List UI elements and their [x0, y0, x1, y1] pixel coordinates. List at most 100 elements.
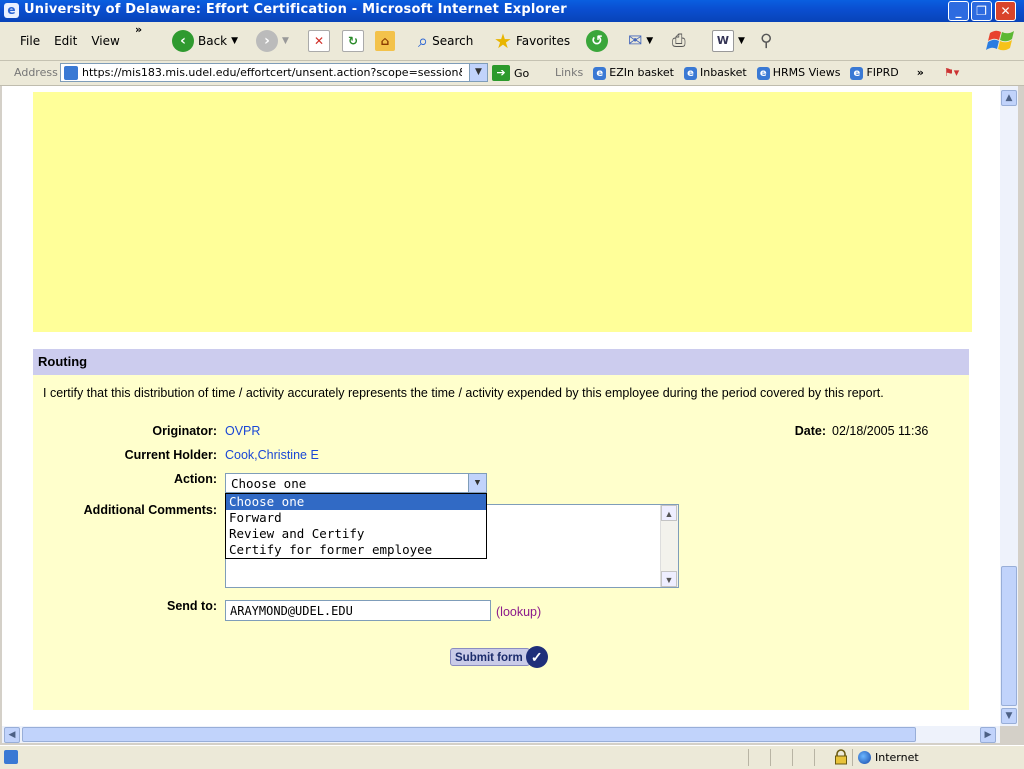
status-divider	[792, 749, 793, 766]
current-holder-label: Current Holder:	[124, 448, 217, 462]
current-holder-value: Cook,Christine E	[225, 448, 319, 462]
link-ezin-basket[interactable]: EZIn basket	[593, 66, 674, 80]
link-inbasket[interactable]: Inbasket	[684, 66, 747, 80]
action-option-certify-former[interactable]: Certify for former employee	[226, 542, 486, 558]
action-option-review-certify[interactable]: Review and Certify	[226, 526, 486, 542]
routing-panel: I certify that this distribution of time…	[33, 375, 969, 710]
address-label: Address	[14, 66, 58, 79]
favorites-label: Favorites	[515, 34, 571, 48]
close-button[interactable]: ✕	[995, 1, 1016, 21]
horizontal-scrollbar[interactable]: ◀ ▶	[2, 726, 1000, 743]
address-dropdown-icon[interactable]: ▼	[469, 64, 487, 81]
submit-label: Submit form	[450, 648, 530, 666]
edit-word-button[interactable]: W ▼	[712, 28, 745, 54]
back-arrow-icon: ‹	[172, 30, 194, 52]
action-select[interactable]: Choose one ▼	[225, 473, 487, 493]
word-icon: W	[712, 30, 734, 52]
translate-icon[interactable]: ⚑▾	[944, 66, 959, 80]
sendto-input[interactable]: ARAYMOND@UDEL.EDU	[225, 600, 491, 621]
minimize-button[interactable]: _	[948, 1, 969, 21]
search-label: Search	[432, 34, 474, 48]
mail-dropdown-icon[interactable]: ▼	[646, 36, 653, 46]
status-bar: Internet	[0, 745, 1024, 769]
link-fiprd[interactable]: FIPRD	[850, 66, 898, 80]
go-arrow-icon: ➔	[492, 65, 510, 81]
forward-button[interactable]: › ▼	[256, 28, 289, 54]
research-icon: ⚲	[760, 31, 773, 51]
favorites-star-icon: ★	[494, 29, 512, 53]
scroll-up-icon[interactable]: ▲	[661, 505, 677, 521]
refresh-icon: ↻	[342, 30, 364, 52]
action-option-forward[interactable]: Forward	[226, 510, 486, 526]
originator-label: Originator:	[152, 424, 217, 438]
stop-button[interactable]: ✕	[308, 28, 330, 54]
window-frame-right	[1018, 86, 1024, 726]
refresh-button[interactable]: ↻	[342, 28, 364, 54]
address-url[interactable]: https://mis183.mis.udel.edu/effortcert/u…	[82, 66, 462, 79]
links-bar: Links EZIn basket Inbasket HRMS Views FI…	[555, 66, 959, 80]
scroll-left-icon[interactable]: ◀	[4, 727, 20, 743]
mail-button[interactable]: ✉ ▼	[628, 28, 653, 54]
certify-statement: I certify that this distribution of time…	[43, 386, 884, 400]
security-zone: Internet	[858, 751, 919, 764]
go-button[interactable]: ➔ Go	[492, 65, 529, 81]
back-dropdown-icon[interactable]: ▼	[231, 36, 238, 46]
action-option-choose-one[interactable]: Choose one	[226, 494, 486, 510]
comments-scrollbar[interactable]: ▲ ▼	[660, 505, 678, 587]
menu-edit[interactable]: Edit	[54, 34, 77, 48]
links-overflow-chevron-icon[interactable]: »	[917, 66, 924, 80]
sendto-label: Send to:	[167, 599, 217, 613]
horizontal-scroll-thumb[interactable]	[22, 727, 916, 742]
originator-value: OVPR	[225, 424, 261, 438]
edit-dropdown-icon[interactable]: ▼	[738, 36, 745, 46]
chevron-down-icon[interactable]: ▼	[468, 474, 486, 492]
menu-file[interactable]: File	[20, 34, 40, 48]
link-hrms-views[interactable]: HRMS Views	[757, 66, 841, 80]
action-dropdown-list: Choose one Forward Review and Certify Ce…	[225, 493, 487, 559]
links-label: Links	[555, 66, 584, 79]
vertical-scroll-thumb[interactable]	[1001, 566, 1017, 706]
submit-form-button[interactable]: Submit form ✓	[450, 646, 548, 668]
scroll-right-icon[interactable]: ▶	[980, 727, 996, 743]
menu-overflow-chevron-icon[interactable]: »	[135, 23, 142, 36]
search-button[interactable]: ⌕ Search	[418, 28, 473, 54]
stop-icon: ✕	[308, 30, 330, 52]
print-button[interactable]: ⎙	[672, 28, 686, 54]
zone-label: Internet	[875, 751, 919, 764]
search-icon: ⌕	[418, 30, 429, 52]
page-status-icon	[4, 750, 18, 764]
title-bar: e University of Delaware: Effort Certifi…	[0, 0, 1024, 22]
scroll-down-icon[interactable]: ▼	[661, 571, 677, 587]
page-icon	[64, 66, 78, 80]
scroll-up-icon[interactable]: ▲	[1001, 90, 1017, 106]
maximize-button[interactable]: ❐	[971, 1, 992, 21]
vertical-scrollbar[interactable]: ▲ ▼	[1000, 86, 1018, 726]
status-divider	[748, 749, 749, 766]
date-label: Date:	[794, 424, 826, 438]
back-button[interactable]: ‹ Back ▼	[172, 28, 238, 54]
forward-dropdown-icon[interactable]: ▼	[282, 36, 289, 46]
routing-header: Routing	[33, 349, 969, 375]
research-button[interactable]: ⚲	[760, 28, 772, 54]
mail-icon: ✉	[628, 31, 643, 51]
menu-view[interactable]: View	[91, 34, 119, 48]
checkmark-icon: ✓	[525, 646, 548, 668]
history-button[interactable]: ↺	[586, 28, 608, 54]
lookup-link[interactable]: (lookup)	[496, 605, 541, 619]
favorites-button[interactable]: ★ Favorites	[494, 28, 570, 54]
status-divider	[770, 749, 771, 766]
address-bar: Address https://mis183.mis.udel.edu/effo…	[0, 61, 1024, 86]
date-value: 02/18/2005 11:36	[832, 424, 929, 438]
history-icon: ↺	[586, 30, 608, 52]
forward-arrow-icon: ›	[256, 30, 278, 52]
ie-icon: e	[4, 3, 19, 18]
go-label: Go	[514, 66, 530, 80]
address-input[interactable]: https://mis183.mis.udel.edu/effortcert/u…	[60, 63, 488, 82]
window-title: University of Delaware: Effort Certifica…	[24, 2, 567, 17]
page-content: Routing I certify that this distribution…	[2, 86, 1000, 726]
back-label: Back	[198, 34, 228, 48]
scroll-down-icon[interactable]: ▼	[1001, 708, 1017, 724]
command-bar: File Edit View » ‹ Back ▼ › ▼ ✕ ↻ ⌂ ⌕ Se…	[0, 22, 1024, 61]
comments-label: Additional Comments:	[83, 503, 217, 517]
home-button[interactable]: ⌂	[375, 28, 395, 54]
